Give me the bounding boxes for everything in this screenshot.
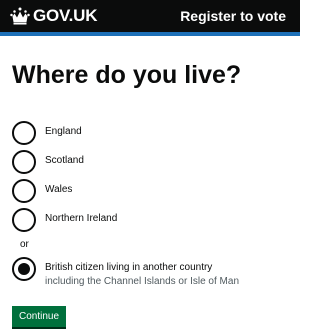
radio-label[interactable]: Scotland	[45, 150, 84, 168]
service-name-link[interactable]: Register to vote	[180, 6, 286, 26]
logo-text: GOV.UK	[33, 6, 98, 25]
radio-option-northern-ireland[interactable]: Northern Ireland	[12, 208, 117, 232]
radio-label[interactable]: British citizen living in another countr…	[45, 262, 212, 273]
radio-button[interactable]	[12, 179, 36, 203]
govuk-logo-link[interactable]: GOV.UK	[10, 4, 98, 28]
radio-label-group[interactable]: British citizen living in another countr…	[45, 257, 239, 289]
radio-button[interactable]	[12, 121, 36, 145]
radio-option-england[interactable]: England	[12, 121, 82, 145]
crown-icon	[10, 7, 30, 25]
radio-hint: including the Channel Islands or Isle of…	[45, 276, 240, 287]
radio-button-selected[interactable]	[12, 257, 36, 281]
radio-label[interactable]: England	[45, 121, 82, 139]
radio-label[interactable]: Northern Ireland	[45, 208, 117, 226]
radio-selected-dot	[18, 263, 30, 275]
site-header: GOV.UK Register to vote	[0, 0, 300, 32]
radio-label[interactable]: Wales	[45, 179, 72, 197]
radio-button[interactable]	[12, 208, 36, 232]
radio-option-scotland[interactable]: Scotland	[12, 150, 84, 174]
continue-button[interactable]: Continue	[12, 306, 67, 327]
page-title: Where do you live?	[12, 61, 242, 89]
radio-button[interactable]	[12, 150, 36, 174]
radio-option-wales[interactable]: Wales	[12, 179, 72, 203]
radio-option-abroad[interactable]: British citizen living in another countr…	[12, 257, 239, 289]
header-accent-bar	[0, 32, 300, 36]
divider-or: or	[20, 239, 29, 250]
